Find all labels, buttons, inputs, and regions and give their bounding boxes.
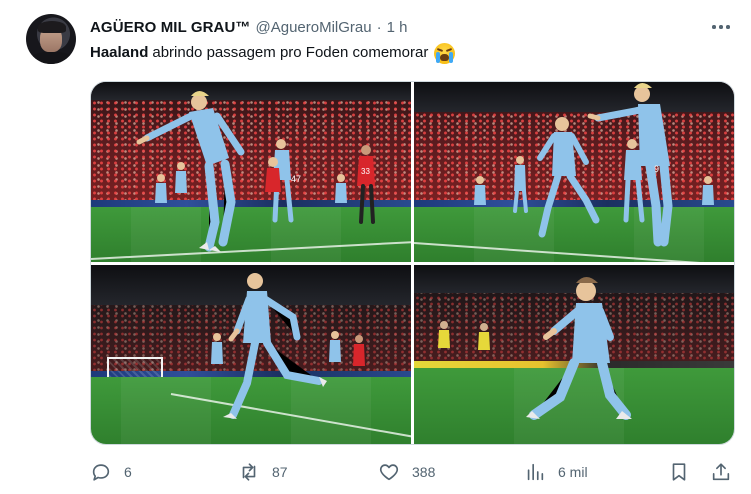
reply-icon <box>92 464 110 481</box>
photo-foden-celebration-run[interactable] <box>91 265 411 444</box>
retweet-button[interactable]: 87 <box>238 458 288 486</box>
share-button[interactable] <box>710 458 732 486</box>
media-grid: 47 33 9 <box>90 81 735 445</box>
photo-haaland-dance[interactable]: 47 33 <box>91 82 411 262</box>
tweet-card[interactable]: AGÜERO MIL GRAU™ @AgueroMilGrau · 1 h Ha… <box>0 0 751 494</box>
foden-and-haaland-figures: 9 <box>474 83 714 247</box>
more-options-icon[interactable] <box>708 14 734 40</box>
foden-slide-figure <box>438 277 632 420</box>
retweet-count: 87 <box>272 464 288 480</box>
reply-button[interactable]: 6 <box>90 458 132 486</box>
heart-icon <box>379 464 399 481</box>
tweet-text-body: abrindo passagem pro Foden comemorar <box>152 44 429 61</box>
svg-text:33: 33 <box>361 167 370 176</box>
like-count: 388 <box>412 464 436 480</box>
photo-foden-knee-slide[interactable] <box>414 265 734 444</box>
user-handle[interactable]: @AgueroMilGrau <box>256 19 372 36</box>
reply-count: 6 <box>124 464 132 480</box>
avatar[interactable] <box>26 14 76 64</box>
analytics-icon <box>527 463 544 481</box>
action-bar: 6 87 388 6 mil <box>90 458 740 486</box>
timestamp[interactable]: 1 h <box>387 19 408 36</box>
share-icon <box>712 463 730 481</box>
bookmark-button[interactable] <box>668 458 690 486</box>
display-name[interactable]: AGÜERO MIL GRAU™ <box>90 19 251 36</box>
haaland-figure: 47 33 <box>136 91 375 252</box>
foden-figure <box>211 273 365 419</box>
tweet-text: Haaland abrindo passagem pro Foden comem… <box>90 42 456 64</box>
loudly-crying-face-icon <box>434 42 456 64</box>
views-button[interactable]: 6 mil <box>524 458 588 486</box>
shirt-number-47: 47 <box>291 174 301 184</box>
like-button[interactable]: 388 <box>378 458 435 486</box>
avatar-shirt <box>30 52 74 64</box>
avatar-hair <box>38 21 66 33</box>
photo-foden-run[interactable]: 9 <box>414 82 734 262</box>
separator-dot: · <box>376 18 382 36</box>
retweet-icon <box>242 463 256 481</box>
tweet-header: AGÜERO MIL GRAU™ @AgueroMilGrau · 1 h <box>90 16 407 38</box>
tweet-text-bold: Haaland <box>90 44 149 61</box>
bookmark-icon <box>672 463 686 481</box>
views-count: 6 mil <box>558 464 588 480</box>
